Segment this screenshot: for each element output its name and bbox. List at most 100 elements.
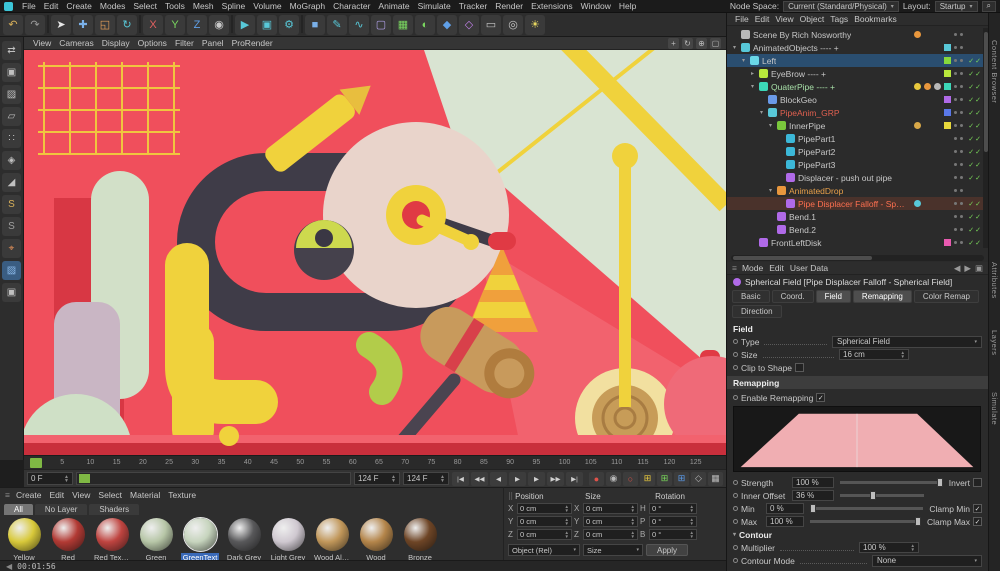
visibility-dot[interactable]: [954, 215, 957, 218]
expand-icon[interactable]: ▾: [749, 83, 756, 90]
object-type-icon[interactable]: [768, 95, 777, 104]
object-type-icon[interactable]: [759, 69, 768, 78]
multiplier-input[interactable]: 100 %▲▼: [859, 542, 919, 553]
range-end-field[interactable]: 124 F▲▼: [403, 472, 449, 485]
material-menu-item[interactable]: Material: [126, 490, 164, 500]
attribute-menu-item[interactable]: Mode: [739, 263, 766, 273]
enable-checkmarks[interactable]: ✓✓: [966, 239, 982, 247]
object-tag-icon[interactable]: [914, 31, 921, 38]
object-tree-row[interactable]: PipePart1 ✓✓: [727, 132, 988, 145]
pen-tool-icon[interactable]: ✎: [327, 15, 347, 35]
expand-icon[interactable]: ▾: [731, 44, 738, 51]
toolbar-separator[interactable]: [231, 15, 233, 33]
object-type-icon[interactable]: [777, 212, 786, 221]
menubar-item[interactable]: Edit: [40, 1, 63, 11]
attribute-tab[interactable]: Direction: [732, 305, 782, 318]
object-type-icon[interactable]: [786, 160, 795, 169]
remapping-section-header[interactable]: Remapping: [727, 376, 988, 389]
strength-slider[interactable]: [840, 481, 943, 484]
timeline-slider[interactable]: [76, 472, 351, 485]
anim-dot-icon[interactable]: [733, 519, 738, 524]
side-tab[interactable]: Simulate: [989, 392, 999, 425]
object-tree-row[interactable]: FrontLeftDisk ✓✓: [727, 236, 988, 249]
coordinate-system-icon[interactable]: ◉: [209, 15, 229, 35]
material-preview-sphere[interactable]: [228, 518, 261, 551]
object-manager-menu-item[interactable]: File: [732, 14, 752, 24]
inner-offset-slider[interactable]: [840, 494, 924, 497]
texture-mode-icon[interactable]: ▨: [2, 85, 21, 104]
spline-tool-icon[interactable]: ∿: [349, 15, 369, 35]
Green[interactable]: Green: [136, 518, 176, 562]
visibility-dot[interactable]: [960, 137, 963, 140]
visibility-dot[interactable]: [954, 202, 957, 205]
material-preview-sphere[interactable]: [360, 518, 393, 551]
object-mode-select[interactable]: Object (Rel)▾: [508, 544, 580, 556]
strength-input[interactable]: 100 %: [792, 477, 834, 488]
toolbar-separator[interactable]: [301, 15, 303, 33]
object-tree-row[interactable]: ▾ QuaterPipe ---- + ✓✓: [727, 80, 988, 93]
object-tag-icon[interactable]: [914, 200, 921, 207]
material-menu-item[interactable]: Texture: [164, 490, 200, 500]
zoom-view-icon[interactable]: ⊕: [696, 38, 707, 49]
object-type-icon[interactable]: [786, 173, 795, 182]
menubar-item[interactable]: Extensions: [527, 1, 577, 11]
rotation-field[interactable]: 0 °▲▼: [649, 529, 697, 540]
object-type-icon[interactable]: [759, 82, 768, 91]
layer-color-chip[interactable]: [944, 57, 951, 64]
position-field[interactable]: 0 cm▲▼: [517, 529, 572, 540]
visibility-dot[interactable]: [960, 176, 963, 179]
object-label[interactable]: QuaterPipe ---- +: [771, 82, 835, 92]
object-type-icon[interactable]: [786, 199, 795, 208]
lock-panel-icon[interactable]: ▣: [975, 263, 983, 274]
record-pla-icon[interactable]: ▦: [708, 472, 723, 486]
current-frame-field[interactable]: 0 F▲▼: [27, 472, 73, 485]
max-input[interactable]: 100 %: [766, 516, 804, 527]
size-mode-select[interactable]: Size▾: [583, 544, 643, 556]
history-forward-icon[interactable]: ▶: [964, 263, 971, 274]
visibility-dot[interactable]: [960, 228, 963, 231]
visibility-dot[interactable]: [954, 163, 957, 166]
layer-color-chip[interactable]: [944, 44, 951, 51]
contour-mode-select[interactable]: None▾: [872, 555, 982, 567]
menubar-item[interactable]: Render: [491, 1, 527, 11]
previous-frame-button[interactable]: ◀: [490, 472, 507, 486]
object-tree-row[interactable]: Displacer - push out pipe ✓✓: [727, 171, 988, 184]
fields-icon[interactable]: ◐: [415, 15, 435, 35]
menubar-item[interactable]: Create: [62, 1, 96, 11]
visibility-dot[interactable]: [960, 241, 963, 244]
node-space-select[interactable]: Current (Standard/Physical)▾: [783, 1, 899, 12]
object-label[interactable]: PipePart2: [798, 147, 835, 157]
visibility-dot[interactable]: [954, 111, 957, 114]
clamp-min-checkbox[interactable]: ✓: [973, 504, 982, 513]
texture-axis-icon[interactable]: ▨: [2, 261, 21, 280]
object-type-icon[interactable]: [777, 186, 786, 195]
object-label[interactable]: PipePart3: [798, 160, 835, 170]
toolbar-separator[interactable]: [139, 15, 141, 33]
viewport-menu-item[interactable]: ProRender: [228, 38, 277, 48]
lock-icon[interactable]: ▣: [2, 283, 21, 302]
x-axis-lock-icon[interactable]: X: [143, 15, 163, 35]
enable-checkmarks[interactable]: ✓✓: [966, 200, 982, 208]
expand-icon[interactable]: ▾: [767, 122, 774, 129]
material-layer-tab[interactable]: All: [4, 504, 33, 515]
material-menu-item[interactable]: Create: [12, 490, 46, 500]
next-frame-button[interactable]: ▶: [528, 472, 545, 486]
record-position-icon[interactable]: ⊞: [640, 472, 655, 486]
enable-remapping-checkbox[interactable]: ✓: [816, 393, 825, 402]
orbit-view-icon[interactable]: ↻: [682, 38, 693, 49]
enable-snap-icon[interactable]: S: [2, 195, 21, 214]
object-label[interactable]: PipePart1: [798, 134, 835, 144]
render-settings-icon[interactable]: ⚙: [279, 15, 299, 35]
menubar-item[interactable]: Tracker: [455, 1, 492, 11]
menubar-item[interactable]: Help: [615, 1, 640, 11]
object-manager-menu-item[interactable]: Edit: [752, 14, 773, 24]
side-tab[interactable]: Layers: [989, 330, 999, 356]
layer-color-chip[interactable]: [944, 239, 951, 246]
visibility-dot[interactable]: [954, 137, 957, 140]
panel-grip-icon[interactable]: ⣿: [508, 492, 513, 500]
history-back-icon[interactable]: ◀: [954, 263, 961, 274]
attribute-tab[interactable]: Color Remap: [914, 290, 979, 303]
object-label[interactable]: Bend.2: [789, 225, 816, 235]
record-scale-icon[interactable]: ⊞: [657, 472, 672, 486]
object-label[interactable]: Left: [762, 56, 776, 66]
